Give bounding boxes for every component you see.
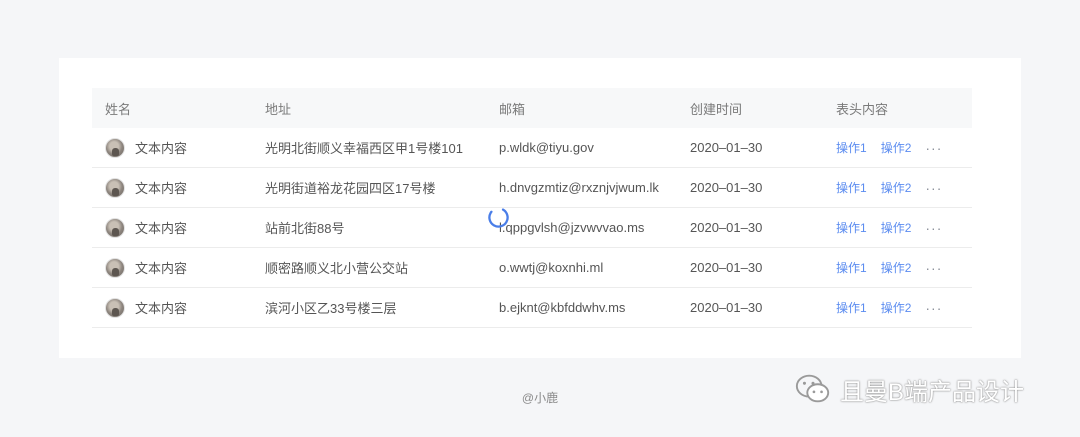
action-1-link[interactable]: 操作1 xyxy=(836,219,867,236)
table-row: 文本内容 顺密路顺义北小营公交站 o.wwtj@koxnhi.ml 2020–0… xyxy=(92,248,972,288)
watermark-text: 且曼B端产品设计 xyxy=(840,378,1025,406)
avatar xyxy=(105,297,125,318)
more-icon[interactable]: ··· xyxy=(925,260,942,276)
data-table: 姓名 地址 邮箱 创建时间 表头内容 文本内容 光明北街顺义幸福西区甲1号楼10… xyxy=(92,88,972,328)
cell-address: 光明街道裕龙花园四区17号楼 xyxy=(265,181,436,196)
action-1-link[interactable]: 操作1 xyxy=(836,299,867,316)
table-row: 文本内容 光明北街顺义幸福西区甲1号楼101 p.wldk@tiyu.gov 2… xyxy=(92,128,972,168)
header-address: 地址 xyxy=(265,101,292,117)
cell-date: 2020–01–30 xyxy=(690,300,763,315)
table-row: 文本内容 站前北街88号 l.qppgvlsh@jzvwvvao.ms 2020… xyxy=(92,208,972,248)
cell-address: 顺密路顺义北小营公交站 xyxy=(265,261,409,276)
table-row: 文本内容 光明街道裕龙花园四区17号楼 h.dnvgzmtiz@rxznjvjw… xyxy=(92,168,972,208)
header-email: 邮箱 xyxy=(499,101,526,117)
action-2-link[interactable]: 操作2 xyxy=(881,179,912,196)
action-2-link[interactable]: 操作2 xyxy=(881,259,912,276)
action-1-link[interactable]: 操作1 xyxy=(836,259,867,276)
cell-name: 文本内容 xyxy=(135,301,188,316)
cell-date: 2020–01–30 xyxy=(690,140,763,155)
cell-name: 文本内容 xyxy=(135,261,188,276)
cell-name: 文本内容 xyxy=(135,141,188,156)
header-actions: 表头内容 xyxy=(836,101,889,117)
cell-email: p.wldk@tiyu.gov xyxy=(499,140,594,155)
more-icon[interactable]: ··· xyxy=(925,220,942,236)
avatar xyxy=(105,177,125,198)
cell-address: 光明北街顺义幸福西区甲1号楼101 xyxy=(265,141,463,156)
action-2-link[interactable]: 操作2 xyxy=(881,139,912,156)
action-2-link[interactable]: 操作2 xyxy=(881,219,912,236)
cell-address: 滨河小区乙33号楼三层 xyxy=(265,301,397,316)
action-1-link[interactable]: 操作1 xyxy=(836,139,867,156)
cell-email: o.wwtj@koxnhi.ml xyxy=(499,260,604,275)
avatar xyxy=(105,217,125,238)
table-card: 姓名 地址 邮箱 创建时间 表头内容 文本内容 光明北街顺义幸福西区甲1号楼10… xyxy=(59,58,1021,358)
header-name: 姓名 xyxy=(105,101,132,117)
table-row: 文本内容 滨河小区乙33号楼三层 b.ejknt@kbfddwhv.ms 202… xyxy=(92,288,972,328)
action-2-link[interactable]: 操作2 xyxy=(881,299,912,316)
cell-email: b.ejknt@kbfddwhv.ms xyxy=(499,300,626,315)
avatar xyxy=(105,137,125,158)
avatar xyxy=(105,257,125,278)
loading-spinner-icon xyxy=(488,207,509,228)
header-created-time: 创建时间 xyxy=(690,101,743,117)
more-icon[interactable]: ··· xyxy=(925,140,942,156)
cell-date: 2020–01–30 xyxy=(690,220,763,235)
cell-date: 2020–01–30 xyxy=(690,260,763,275)
action-1-link[interactable]: 操作1 xyxy=(836,179,867,196)
cell-address: 站前北街88号 xyxy=(265,221,345,236)
cell-date: 2020–01–30 xyxy=(690,180,763,195)
cell-name: 文本内容 xyxy=(135,221,188,236)
watermark: 且曼B端产品设计 xyxy=(794,371,1024,407)
more-icon[interactable]: ··· xyxy=(925,180,942,196)
more-icon[interactable]: ··· xyxy=(925,300,942,316)
table-header: 姓名 地址 邮箱 创建时间 表头内容 xyxy=(92,88,972,128)
cell-name: 文本内容 xyxy=(135,181,188,196)
cell-email: h.dnvgzmtiz@rxznjvjwum.lk xyxy=(499,180,659,195)
cell-email: l.qppgvlsh@jzvwvvao.ms xyxy=(499,220,645,235)
wechat-icon xyxy=(795,374,830,403)
